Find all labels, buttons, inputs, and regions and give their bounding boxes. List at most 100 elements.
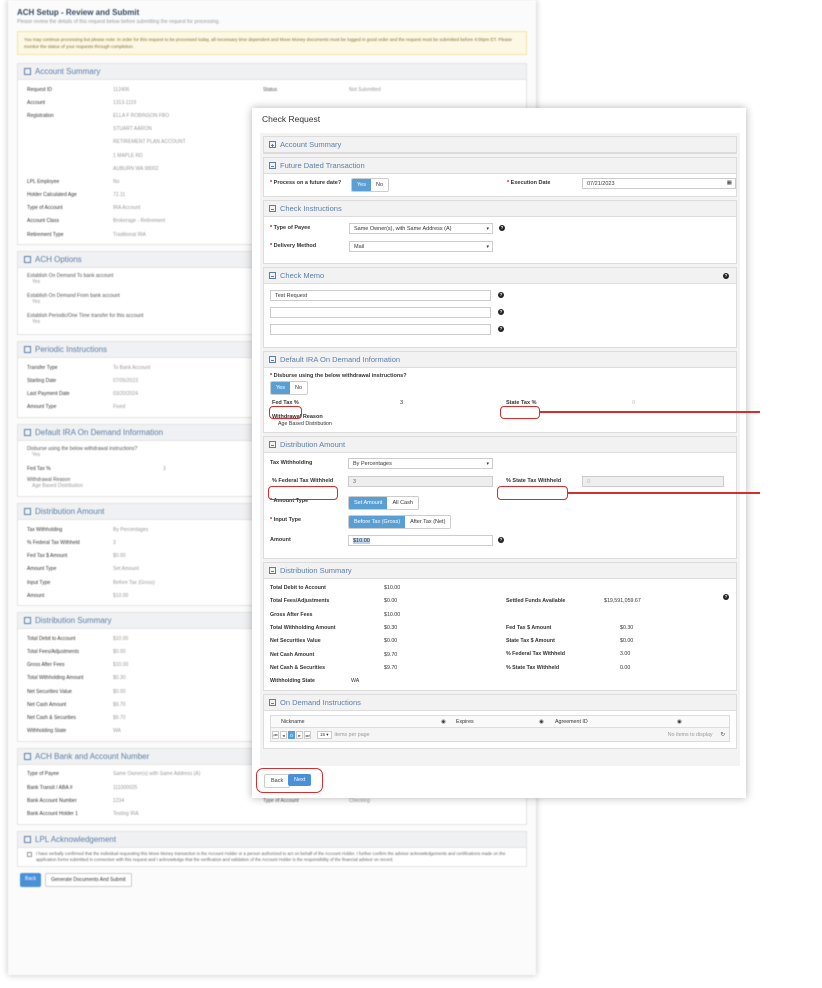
collapse-icon[interactable]: [24, 68, 31, 75]
field-key: Fed Tax $ Amount: [27, 553, 68, 560]
info-icon[interactable]: ?: [498, 326, 504, 332]
generate-submit-button[interactable]: Generate Documents And Submit: [45, 872, 132, 887]
field-k: Type of Account: [27, 205, 63, 212]
field-key: Amount: [27, 592, 45, 599]
field-value: $10.00: [113, 592, 129, 599]
check-instructions-section: Check Instructions * Type of Payee Same …: [263, 200, 737, 264]
collapse-icon[interactable]: [24, 256, 31, 264]
on-demand-section: On Demand Instructions Nickname ◉ Expire…: [263, 694, 737, 749]
section-title: ACH Bank and Account Number: [35, 751, 150, 761]
items-per-page-label: items per page: [334, 731, 370, 738]
summary-label: % State Tax Withheld: [506, 664, 560, 671]
all-cash-option[interactable]: All Cash: [387, 497, 418, 509]
collapse-icon[interactable]: [269, 567, 276, 574]
ack-checkbox[interactable]: [27, 851, 32, 857]
account-summary-section[interactable]: Account Summary: [263, 136, 737, 154]
filter-icon[interactable]: ◉: [441, 719, 451, 725]
after-tax-option[interactable]: After Tax (Net): [405, 516, 451, 528]
calendar-icon[interactable]: ▦: [727, 180, 732, 186]
refresh-icon[interactable]: ↻: [721, 732, 725, 738]
highlight-nav-buttons: [256, 768, 323, 793]
last-page-icon[interactable]: ⏭: [304, 730, 311, 739]
collapse-icon[interactable]: [24, 429, 31, 436]
field-v2: Not Submitted: [349, 86, 381, 93]
filter-icon[interactable]: ◉: [539, 719, 551, 725]
info-icon[interactable]: ?: [499, 225, 505, 231]
field-value: $0.30: [113, 675, 126, 682]
highlight-federal-withheld: [268, 486, 338, 500]
summary-value: $9.70: [384, 664, 398, 671]
collapse-icon[interactable]: [269, 356, 276, 363]
collapse-icon[interactable]: [269, 205, 276, 212]
future-yes[interactable]: Yes: [352, 179, 371, 191]
collapse-icon[interactable]: [269, 441, 276, 448]
memo-line-1[interactable]: Test Request: [270, 290, 491, 301]
disburse-yes[interactable]: Yes: [271, 382, 290, 394]
field-v: 1 MAPLE RD: [113, 152, 143, 159]
grid-header-agreement[interactable]: Agreement ID: [551, 719, 677, 725]
field-v: Testing IRA: [113, 810, 139, 817]
amount-input[interactable]: $10.00: [348, 535, 493, 546]
federal-withheld-input[interactable]: 3: [348, 476, 493, 487]
section-title: Distribution Summary: [35, 616, 112, 626]
bg-back-button[interactable]: Back: [20, 872, 42, 887]
field-key: Total Withholding Amount: [27, 675, 84, 682]
next-page-icon[interactable]: ▸: [296, 730, 303, 739]
summary-label: State Tax $ Amount: [506, 637, 555, 644]
field-value: 07/05/2023: [113, 378, 139, 385]
current-page[interactable]: 0: [288, 730, 295, 739]
filter-icon[interactable]: ◉: [677, 719, 687, 725]
info-icon[interactable]: ?: [498, 537, 504, 543]
field-key: Total Debit to Account: [27, 635, 76, 642]
first-page-icon[interactable]: ⏮: [272, 730, 279, 739]
help-icon[interactable]: ?: [723, 273, 729, 279]
tax-withholding-select[interactable]: By Percentages: [348, 458, 493, 469]
future-no[interactable]: No: [370, 179, 389, 191]
state-withheld-input[interactable]: 0: [582, 476, 724, 487]
input-type-toggle[interactable]: Before Tax (Gross) After Tax (Net): [348, 515, 452, 529]
collapse-icon[interactable]: [269, 699, 276, 706]
future-date-toggle[interactable]: Yes No: [351, 178, 390, 192]
amount-type-toggle[interactable]: Set Amount All Cash: [348, 496, 419, 510]
execution-date-input[interactable]: 07/21/2023 ▦: [582, 178, 736, 189]
field-k: Account: [27, 99, 46, 106]
info-row: Request ID 112406 Status Not Submitted: [27, 83, 517, 96]
section-title: ACH Options: [35, 255, 82, 265]
field-v: 1234: [113, 797, 125, 804]
grid-header-expires[interactable]: Expires: [451, 719, 539, 725]
set-amount-option[interactable]: Set Amount: [349, 497, 388, 509]
collapse-icon[interactable]: [269, 272, 276, 279]
field-k: Type of Payee: [27, 771, 59, 778]
expand-icon[interactable]: [269, 141, 276, 148]
field-value: $9.70: [113, 715, 126, 722]
disburse-no[interactable]: No: [289, 382, 308, 394]
memo-line-2[interactable]: [270, 307, 491, 318]
summary-value: $0.00: [620, 637, 634, 644]
field-value: 3: [163, 465, 166, 472]
grid-header-nickname[interactable]: Nickname: [271, 719, 441, 725]
field-key: % Federal Tax Withheld: [27, 539, 80, 546]
disburse-toggle[interactable]: Yes No: [270, 381, 309, 395]
page-size-select[interactable]: 15 ▾: [317, 730, 332, 739]
prev-page-icon[interactable]: ◂: [280, 730, 287, 739]
field-key: Last Payment Date: [27, 391, 70, 398]
field-key: Withholding State: [27, 728, 67, 735]
field-v: AUBURN WA 98002: [113, 165, 159, 172]
collapse-icon[interactable]: [24, 346, 31, 354]
delivery-method-select[interactable]: Mail: [349, 241, 493, 252]
before-tax-option[interactable]: Before Tax (Gross): [349, 516, 406, 528]
info-icon[interactable]: ?: [498, 292, 504, 298]
info-icon[interactable]: ?: [498, 309, 504, 315]
collapse-icon[interactable]: [24, 617, 31, 625]
summary-value: $0.00: [384, 638, 398, 645]
info-icon[interactable]: ?: [723, 594, 729, 600]
summary-label: Net Cash Amount: [270, 651, 315, 658]
field-key: Gross After Fees: [27, 662, 65, 669]
field-key: Net Cash Amount: [27, 701, 67, 708]
payee-type-select[interactable]: Same Owner(s), with Same Address (A): [349, 223, 493, 234]
memo-line-3[interactable]: [270, 324, 491, 335]
collapse-icon[interactable]: [24, 752, 31, 760]
collapse-icon[interactable]: [24, 508, 31, 516]
collapse-icon[interactable]: [269, 162, 276, 169]
field-v: 1313-1119: [113, 99, 137, 106]
